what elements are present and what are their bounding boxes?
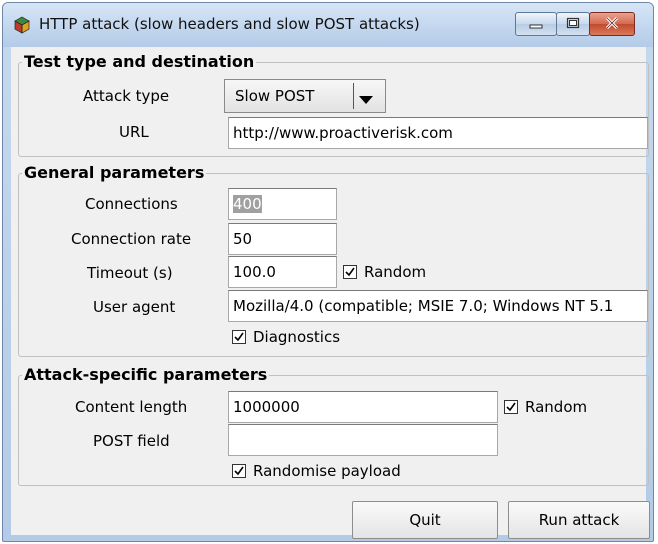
timeout-random-checkbox[interactable]: Random (343, 263, 426, 281)
close-icon (605, 15, 619, 33)
window-title: HTTP attack (slow headers and slow POST … (39, 15, 420, 33)
checkbox-checked-icon (232, 464, 246, 478)
url-label: URL (119, 123, 149, 141)
dialog-body: Test type and destination Attack type Sl… (11, 47, 650, 539)
minimize-icon (529, 15, 543, 33)
randomise-payload-checkbox[interactable]: Randomise payload (232, 462, 401, 480)
post-field-label: POST field (93, 432, 170, 450)
maximize-button[interactable] (556, 12, 590, 36)
connections-value: 400 (233, 195, 262, 213)
chevron-down-icon[interactable] (359, 91, 373, 109)
timeout-random-label: Random (364, 263, 427, 281)
run-attack-button[interactable]: Run attack (508, 501, 650, 539)
user-agent-input[interactable]: Mozilla/4.0 (compatible; MSIE 7.0; Windo… (228, 290, 648, 322)
content-length-random-checkbox[interactable]: Random (504, 398, 587, 416)
attack-type-value: Slow POST (235, 87, 315, 105)
url-input[interactable]: http://www.proactiverisk.com (228, 117, 648, 149)
diagnostics-label: Diagnostics (253, 328, 341, 346)
general-legend: General parameters (24, 163, 205, 182)
post-field-input[interactable] (228, 424, 498, 456)
connection-rate-label: Connection rate (71, 230, 192, 248)
diagnostics-checkbox[interactable]: Diagnostics (232, 328, 340, 346)
quit-button[interactable]: Quit (352, 501, 498, 539)
combo-separator (353, 83, 354, 109)
app-cube-icon (13, 16, 31, 34)
attack-type-select[interactable]: Slow POST (224, 79, 386, 113)
attack-specific-legend: Attack-specific parameters (24, 365, 268, 384)
content-length-label: Content length (75, 398, 188, 416)
title-bar[interactable]: HTTP attack (slow headers and slow POST … (3, 3, 653, 47)
timeout-label: Timeout (s) (87, 264, 173, 282)
checkbox-checked-icon (504, 400, 518, 414)
connection-rate-input[interactable]: 50 (228, 223, 337, 255)
minimize-button[interactable] (515, 12, 557, 36)
connections-label: Connections (85, 195, 178, 213)
close-button[interactable] (589, 12, 635, 36)
attack-type-label: Attack type (83, 87, 170, 105)
randomise-payload-label: Randomise payload (253, 462, 401, 480)
checkbox-checked-icon (343, 265, 357, 279)
app-window: HTTP attack (slow headers and slow POST … (2, 2, 654, 542)
timeout-input[interactable]: 100.0 (228, 256, 337, 288)
test-type-legend: Test type and destination (24, 52, 255, 71)
checkbox-checked-icon (232, 330, 246, 344)
content-length-input[interactable]: 1000000 (228, 391, 498, 423)
connections-input[interactable]: 400 (228, 188, 337, 220)
content-length-random-label: Random (525, 398, 588, 416)
maximize-icon (566, 15, 580, 33)
user-agent-label: User agent (93, 298, 176, 316)
